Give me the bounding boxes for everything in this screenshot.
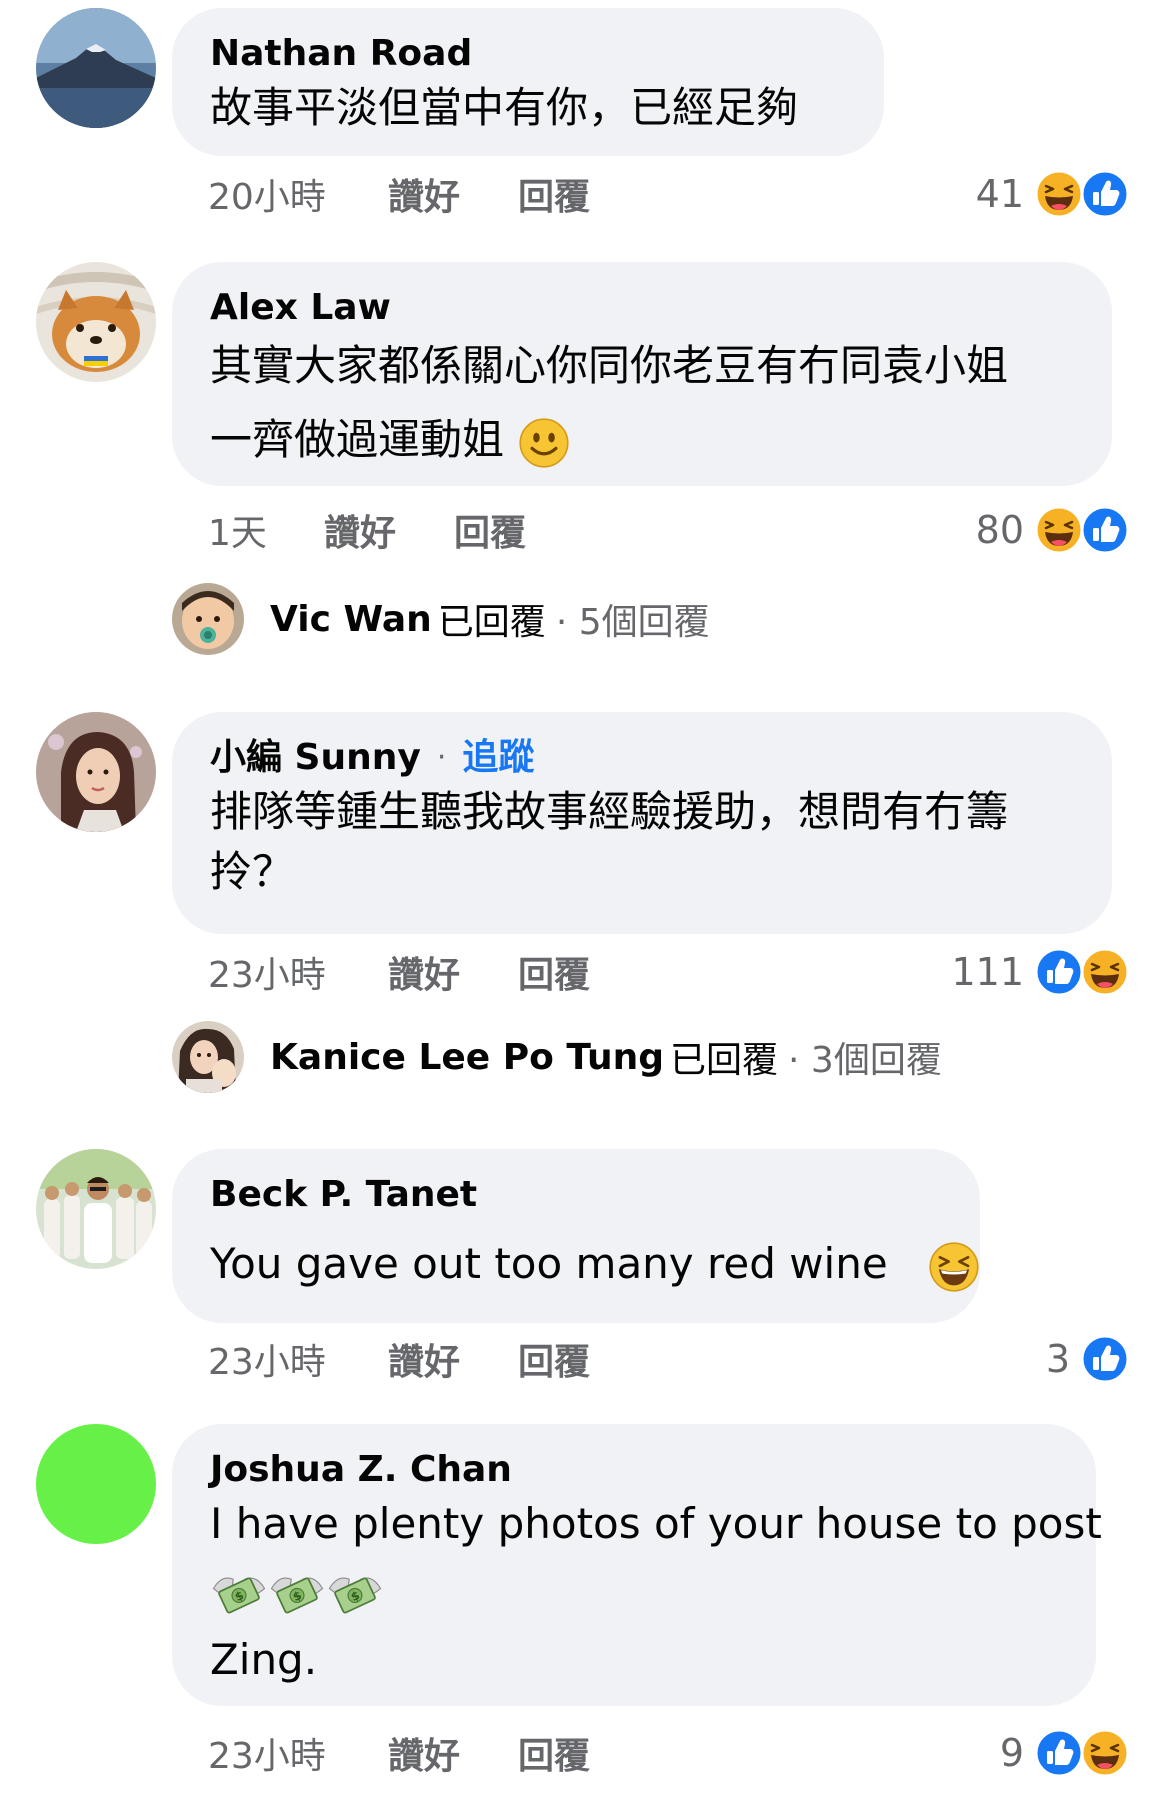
reaction-count: 80 [975,508,1024,552]
comment-time[interactable]: 20小時 [208,168,388,220]
reply-status: 已回覆 [670,1040,779,1081]
comment-bubble: Alex Law 其實大家都係關心你同你老豆有冇同袁小姐 一齊做過運動姐 [172,262,1112,486]
comment-bubble: 小編 Sunny · 追蹤 排隊等鍾生聽我故事經驗援助，想問有冇籌 拎？ [172,712,1112,934]
comment-text: You gave out too many red wine [210,1239,888,1288]
comment-actions: 20小時 讚好 回覆 [208,166,648,222]
reaction-count: 111 [951,950,1024,994]
comment-actions: 23小時 讚好 回覆 [208,1725,648,1781]
comment-text-line: You gave out too many red wine [210,1219,944,1309]
reaction-summary[interactable]: 80 [976,502,1130,558]
reaction-summary[interactable]: 3 [1046,1331,1130,1387]
like-reaction-icon [1034,947,1084,997]
view-replies-link[interactable]: Vic Wan 已回覆 · 5個回覆 [172,583,710,655]
haha-reaction-icon [1034,169,1084,219]
follow-button[interactable]: 追蹤 [462,734,534,782]
comment-text-line2: 一齊做過運動姐 [210,400,1076,480]
like-button[interactable]: 讚好 [324,504,454,556]
money-emoji-row [210,1554,1060,1630]
smile-emoji-icon [517,416,571,470]
reply-button[interactable]: 回覆 [518,168,648,220]
comment-actions: 1天 讚好 回覆 [208,502,584,558]
comment-text: 排隊等鍾生聽我故事經驗援助，想問有冇籌 [210,787,1009,836]
avatar-alex-law[interactable] [36,262,156,382]
reaction-summary[interactable]: 41 [976,166,1130,222]
laughing-emoji-icon [927,1240,981,1294]
comment-author[interactable]: 小編 Sunny [210,734,421,782]
comment-actions: 23小時 讚好 回覆 [208,1331,648,1387]
avatar-nathan-road[interactable] [36,8,156,128]
like-reaction-icon [1080,505,1130,555]
like-reaction-icon [1034,1728,1084,1778]
comment-author[interactable]: Joshua Z. Chan [210,1446,1060,1494]
avatar-sunny[interactable] [36,712,156,832]
avatar-kanice-lee [172,1021,244,1093]
haha-reaction-icon [1034,505,1084,555]
avatar-joshua-chan[interactable] [36,1424,156,1544]
comment-text: Zing. [210,1635,318,1684]
comment-time[interactable]: 23小時 [208,1333,388,1385]
money-with-wings-emoji-icon [210,1563,268,1621]
money-with-wings-emoji-icon [326,1563,384,1621]
comment-text: 一齊做過運動姐 [210,415,505,464]
comment-actions: 23小時 讚好 回覆 [208,944,648,1000]
reply-button[interactable]: 回覆 [454,504,584,556]
comment-text: I have plenty photos of your house to po… [210,1499,1102,1548]
reply-count: · 3個回覆 [788,1040,942,1081]
like-button[interactable]: 讚好 [388,1333,518,1385]
comment-author[interactable]: Alex Law [210,284,1076,332]
reply-button[interactable]: 回覆 [518,946,648,998]
comment-time[interactable]: 1天 [208,504,324,556]
money-with-wings-emoji-icon [268,1563,326,1621]
reaction-summary[interactable]: 9 [1000,1725,1130,1781]
comment-bubble: Beck P. Tanet You gave out too many red … [172,1149,980,1323]
reaction-count: 3 [1045,1337,1070,1381]
reply-author: Vic Wan [270,598,432,640]
reply-button[interactable]: 回覆 [518,1333,648,1385]
like-button[interactable]: 讚好 [388,946,518,998]
like-reaction-icon [1080,1334,1130,1384]
comment-author-row: 小編 Sunny · 追蹤 [210,734,1076,782]
separator-dot: · [436,740,447,775]
comment-bubble: Nathan Road 故事平淡但當中有你，已經足夠 [172,8,884,156]
comment-text: 故事平淡但當中有你，已經足夠 [210,83,799,132]
reaction-count: 9 [999,1731,1024,1775]
view-replies-link[interactable]: Kanice Lee Po Tung 已回覆 · 3個回覆 [172,1021,942,1093]
reply-author: Kanice Lee Po Tung [270,1036,665,1078]
avatar-vic-wan [172,583,244,655]
comment-text: 其實大家都係關心你同你老豆有冇同袁小姐 [210,341,1009,390]
haha-reaction-icon [1080,1728,1130,1778]
avatar-beck-tanet[interactable] [36,1149,156,1269]
comment-author[interactable]: Beck P. Tanet [210,1171,944,1219]
comment-author[interactable]: Nathan Road [210,30,848,78]
reply-button[interactable]: 回覆 [518,1727,648,1779]
haha-reaction-icon [1080,947,1130,997]
reaction-summary[interactable]: 111 [951,944,1130,1000]
reply-count: · 5個回覆 [555,602,710,643]
comment-bubble: Joshua Z. Chan I have plenty photos of y… [172,1424,1102,1706]
like-button[interactable]: 讚好 [388,1727,518,1779]
comment-time[interactable]: 23小時 [208,946,388,998]
reply-status: 已回覆 [437,602,546,643]
comment-time[interactable]: 23小時 [208,1727,388,1779]
like-button[interactable]: 讚好 [388,168,518,220]
comment-text: 拎？ [210,847,295,896]
like-reaction-icon [1080,169,1130,219]
reaction-count: 41 [975,172,1024,216]
